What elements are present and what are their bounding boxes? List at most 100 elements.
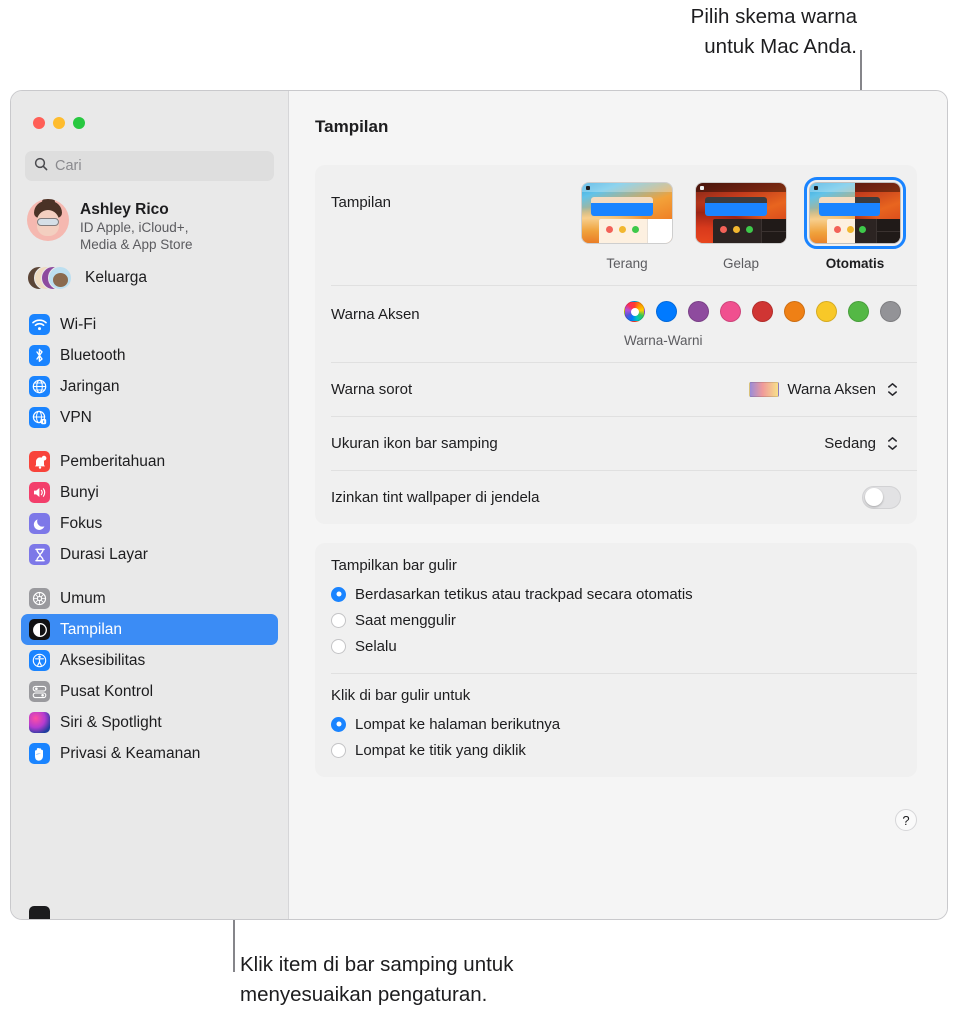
radio-label: Lompat ke titik yang diklik (355, 741, 526, 759)
accent-swatch-purple[interactable] (688, 301, 709, 322)
sidebar-item-general[interactable]: Umum (21, 583, 278, 614)
vpn-icon (29, 407, 50, 428)
wallpaper-tint-toggle[interactable] (862, 485, 901, 509)
sidebar-item-screen-time[interactable]: Durasi Layar (21, 539, 278, 570)
wifi-icon (29, 314, 50, 335)
radio-button[interactable] (331, 716, 346, 732)
radio-button[interactable] (331, 742, 346, 758)
hourglass-icon (29, 544, 50, 565)
account-row[interactable]: Ashley Rico ID Apple, iCloud+, Media & A… (11, 181, 288, 253)
chevron-updown-icon[interactable] (884, 377, 901, 401)
sidebar-item-sound[interactable]: Bunyi (21, 477, 278, 508)
radio-label: Lompat ke halaman berikutnya (355, 715, 561, 733)
appearance-option-label: Terang (606, 256, 648, 271)
sidebar-item-siri-spotlight[interactable]: Siri & Spotlight (21, 707, 278, 738)
appearance-label: Tampilan (331, 194, 392, 211)
sidebar-item-wifi[interactable]: Wi-Fi (21, 309, 278, 340)
accent-swatch-multicolor[interactable] (624, 301, 645, 322)
appearance-option-dark[interactable]: Gelap (695, 182, 787, 271)
sidebar-item-label: Keluarga (85, 269, 148, 286)
click-scrollbar-section: Klik di bar gulir untuk Lompat ke halama… (315, 673, 917, 777)
accent-color-swatches (624, 301, 901, 322)
speaker-icon (29, 482, 50, 503)
sidebar-item-focus[interactable]: Fokus (21, 508, 278, 539)
help-button[interactable]: ? (895, 809, 917, 831)
sidebar-item-label: VPN (60, 408, 92, 426)
highlight-color-value: Warna Aksen (787, 380, 876, 398)
page-title: Tampilan (315, 117, 389, 136)
accent-swatch-pink[interactable] (720, 301, 741, 322)
system-settings-window: Cari Ashley Rico ID Apple, iCloud+, Medi… (10, 90, 948, 920)
control-center-icon (29, 681, 50, 702)
chevron-updown-icon[interactable] (884, 431, 901, 455)
bell-icon (29, 451, 50, 472)
close-button[interactable] (33, 117, 45, 129)
sidebar-item-network[interactable]: Jaringan (21, 371, 278, 402)
sidebar-item-family[interactable]: Keluarga (11, 253, 288, 293)
sidebar-item-label: Umum (60, 589, 106, 607)
callout-top-text: Pilih skema warna untuk Mac Anda. (690, 5, 857, 58)
search-icon (34, 157, 48, 176)
search-input[interactable]: Cari (25, 151, 274, 181)
accent-swatch-orange[interactable] (784, 301, 805, 322)
moon-icon (29, 513, 50, 534)
radio-label: Selalu (355, 637, 397, 655)
sidebar-item-control-center[interactable]: Pusat Kontrol (21, 676, 278, 707)
zoom-button[interactable] (73, 117, 85, 129)
sidebar-item-label: Tampilan (60, 620, 123, 638)
accent-color-label: Warna Aksen (331, 306, 420, 323)
accent-swatch-red[interactable] (752, 301, 773, 322)
radio-button[interactable] (331, 612, 346, 628)
sidebar-item-label: Bunyi (60, 483, 99, 501)
highlight-color-popup[interactable]: Warna Aksen (749, 377, 901, 401)
gear-icon (29, 588, 50, 609)
highlight-color-row: Warna sorot Warna Aksen (315, 362, 917, 416)
sidebar-item-label: Pusat Kontrol (60, 682, 154, 700)
sidebar-item-accessibility[interactable]: Aksesibilitas (21, 645, 278, 676)
sidebar-item-label: Fokus (60, 514, 103, 532)
appearance-option-auto[interactable]: Otomatis (804, 177, 906, 271)
radio-button[interactable] (331, 638, 346, 654)
appearance-option-label: Otomatis (825, 256, 885, 271)
accent-swatch-green[interactable] (848, 301, 869, 322)
radio-scrollbar-when-scrolling[interactable]: Saat menggulir (331, 607, 901, 633)
radio-scrollbar-always[interactable]: Selalu (331, 633, 901, 659)
appearance-option-light[interactable]: Terang (581, 182, 673, 271)
accent-color-row: Warna Aksen Warna-Warni (315, 285, 917, 362)
wallpaper-tint-label: Izinkan tint wallpaper di jendela (331, 488, 540, 506)
accent-swatch-yellow[interactable] (816, 301, 837, 322)
minimize-button[interactable] (53, 117, 65, 129)
sidebar-item-partial-icon[interactable] (29, 906, 50, 919)
highlight-gradient-swatch (749, 381, 780, 397)
sidebar-group-system: Pemberitahuan Bunyi Fokus Durasi Layar (21, 446, 278, 570)
bluetooth-icon (29, 345, 50, 366)
radio-click-jump-to-spot[interactable]: Lompat ke titik yang diklik (331, 737, 901, 763)
appearance-icon (29, 619, 50, 640)
sidebar-item-privacy-security[interactable]: Privasi & Keamanan (21, 738, 278, 769)
sidebar-item-appearance[interactable]: Tampilan (21, 614, 278, 645)
accent-swatch-blue[interactable] (656, 301, 677, 322)
hand-icon (29, 743, 50, 764)
radio-button[interactable] (331, 586, 346, 602)
sidebar-item-label: Pemberitahuan (60, 452, 166, 470)
radio-click-jump-next-page[interactable]: Lompat ke halaman berikutnya (331, 711, 901, 737)
sidebar-item-label: Privasi & Keamanan (60, 744, 201, 762)
show-scrollbars-title: Tampilkan bar gulir (331, 557, 457, 574)
sidebar-icon-size-popup[interactable]: Sedang (824, 431, 901, 455)
sidebar-item-label: Aksesibilitas (60, 651, 146, 669)
sidebar-item-bluetooth[interactable]: Bluetooth (21, 340, 278, 371)
sidebar-icon-size-value: Sedang (824, 434, 876, 452)
radio-label: Berdasarkan tetikus atau trackpad secara… (355, 585, 693, 603)
sidebar-item-notifications[interactable]: Pemberitahuan (21, 446, 278, 477)
radio-label: Saat menggulir (355, 611, 456, 629)
accent-swatch-graphite[interactable] (880, 301, 901, 322)
sidebar-icon-size-row: Ukuran ikon bar samping Sedang (315, 416, 917, 470)
sidebar-item-vpn[interactable]: VPN (21, 402, 278, 433)
appearance-thumbnail-auto (804, 177, 906, 249)
account-subtitle-line2: Media & App Store (80, 237, 193, 252)
sidebar: Cari Ashley Rico ID Apple, iCloud+, Medi… (11, 91, 289, 919)
sidebar-item-label: Durasi Layar (60, 545, 148, 563)
highlight-color-label: Warna sorot (331, 380, 413, 398)
radio-scrollbar-automatic[interactable]: Berdasarkan tetikus atau trackpad secara… (331, 581, 901, 607)
sidebar-item-label: Siri & Spotlight (60, 713, 162, 731)
